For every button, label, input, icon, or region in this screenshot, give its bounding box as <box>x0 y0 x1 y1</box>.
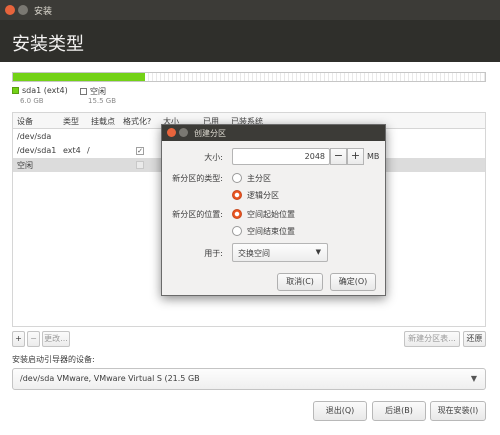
col-header-mount[interactable]: 挂载点 <box>91 116 115 127</box>
create-partition-dialog: 创建分区 大小: 2048 − + MB 新分区的类型: 主分区 逻辑分区 新分… <box>161 124 386 296</box>
dialog-ok-button[interactable]: 确定(O) <box>330 273 376 291</box>
disk-used-segment <box>13 73 145 81</box>
location-end-label[interactable]: 空间结束位置 <box>247 226 295 237</box>
use-as-label: 用于: <box>204 249 223 258</box>
page-header: 安装类型 <box>0 20 500 62</box>
dialog-minimize-icon[interactable] <box>179 128 188 137</box>
row-device: /dev/sda1 <box>17 146 57 155</box>
radio-location-start[interactable] <box>232 209 242 219</box>
col-header-type[interactable]: 类型 <box>63 116 79 127</box>
col-header-device[interactable]: 设备 <box>17 116 33 127</box>
page-title: 安装类型 <box>12 34 84 55</box>
use-as-value: 交换空间 <box>238 249 270 258</box>
use-as-select[interactable]: 交换空间 ▼ <box>232 243 328 262</box>
legend-swatch-free <box>80 88 87 95</box>
add-partition-button[interactable]: + <box>12 331 25 347</box>
primary-partition-label[interactable]: 主分区 <box>247 173 271 184</box>
format-checkbox <box>136 161 144 169</box>
install-now-button[interactable]: 现在安装(I) <box>430 401 486 421</box>
revert-button[interactable]: 还原 <box>463 331 486 347</box>
radio-logical-partition[interactable] <box>232 190 242 200</box>
new-partition-table-button[interactable]: 新建分区表... <box>404 331 460 347</box>
legend-name-sda1: sda1 (ext4) <box>22 86 68 95</box>
legend-item-sda1: sda1 (ext4) 6.0 GB <box>12 86 68 105</box>
minimize-window-icon[interactable] <box>18 5 28 15</box>
size-input[interactable]: 2048 <box>232 148 330 165</box>
legend-size-free: 15.5 GB <box>88 97 117 105</box>
dialog-title: 创建分区 <box>194 129 226 138</box>
row-device: 空闲 <box>17 161 33 170</box>
location-start-label[interactable]: 空间起始位置 <box>247 209 295 220</box>
bootloader-label: 安装启动引导器的设备: <box>12 355 95 364</box>
size-value: 2048 <box>304 152 325 161</box>
size-increment-button[interactable]: + <box>347 148 364 165</box>
bootloader-device-select[interactable]: /dev/sda VMware, VMware Virtual S (21.5 … <box>12 368 486 390</box>
row-device: /dev/sda <box>17 132 52 141</box>
window-titlebar: 安装 <box>0 0 500 20</box>
legend-swatch-sda1 <box>12 87 19 94</box>
size-label: 大小: <box>204 153 223 162</box>
format-checkbox[interactable]: ✓ <box>136 147 144 155</box>
partition-location-label: 新分区的位置: <box>172 210 223 219</box>
remove-partition-button[interactable]: − <box>27 331 40 347</box>
back-button[interactable]: 后退(B) <box>372 401 426 421</box>
partition-type-label: 新分区的类型: <box>172 174 223 183</box>
radio-location-end[interactable] <box>232 226 242 236</box>
legend-item-free: 空闲 15.5 GB <box>80 86 116 105</box>
disk-usage-bar <box>12 72 486 82</box>
row-type: ext4 <box>63 146 81 155</box>
row-mount: / <box>87 146 90 155</box>
size-decrement-button[interactable]: − <box>330 148 347 165</box>
change-partition-button[interactable]: 更改... <box>42 331 70 347</box>
legend-size-sda1: 6.0 GB <box>20 97 44 105</box>
logical-partition-label[interactable]: 逻辑分区 <box>247 190 279 201</box>
dialog-titlebar: 创建分区 <box>162 125 385 141</box>
chevron-down-icon: ▼ <box>470 374 477 383</box>
bootloader-device-value: /dev/sda VMware, VMware Virtual S (21.5 … <box>20 374 200 383</box>
quit-button[interactable]: 退出(Q) <box>313 401 367 421</box>
chevron-down-icon: ▼ <box>315 248 321 256</box>
dialog-cancel-button[interactable]: 取消(C) <box>277 273 323 291</box>
size-unit: MB <box>367 152 380 161</box>
legend-name-free: 空闲 <box>90 87 106 96</box>
col-header-format[interactable]: 格式化? <box>123 116 151 127</box>
dialog-close-icon[interactable] <box>167 128 176 137</box>
radio-primary-partition[interactable] <box>232 173 242 183</box>
close-window-icon[interactable] <box>5 5 15 15</box>
window-title: 安装 <box>34 7 53 17</box>
